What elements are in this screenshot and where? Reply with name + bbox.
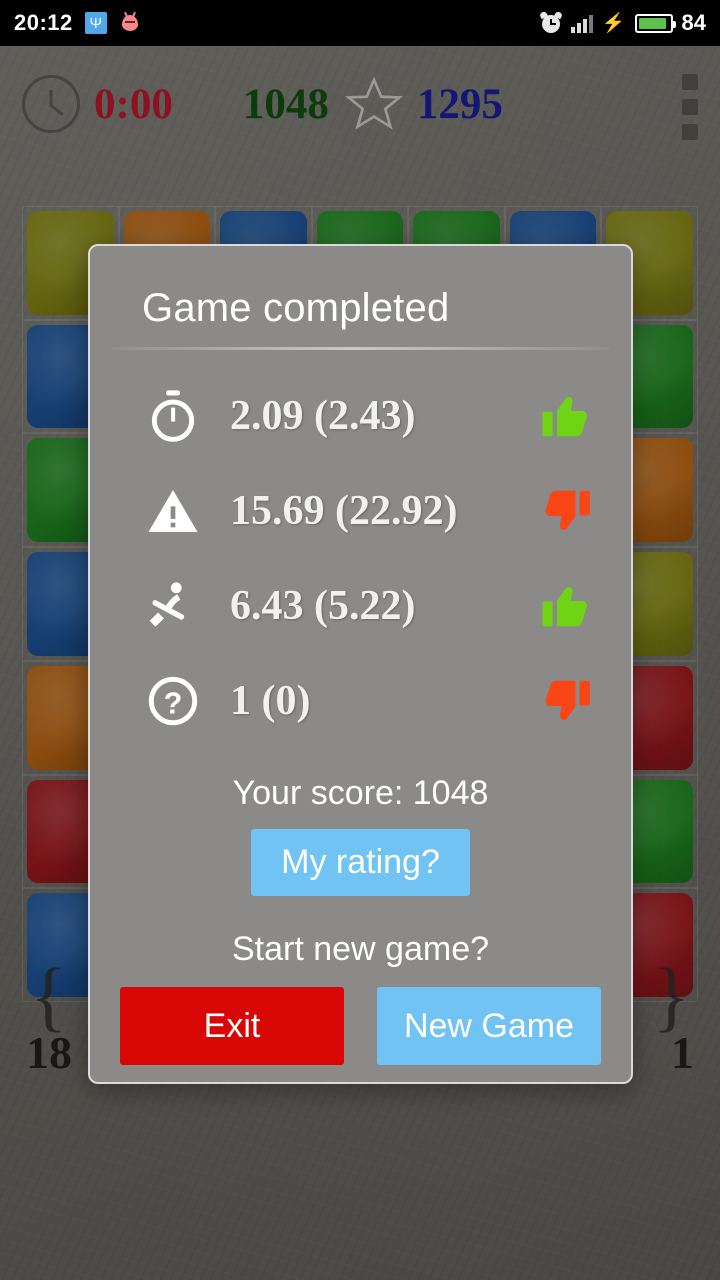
- app-screen: 20:12 Ψ ⚡ 84 0:00 1048 1295 {} 18 1 Gam…: [0, 0, 720, 1280]
- stats-list: 2.09 (2.43) 15.69 (22.92) 6.43 (5.22)? 1 (0…: [90, 350, 631, 748]
- stat-value: 15.69 (22.92): [230, 487, 458, 534]
- dialog-button-row: Exit New Game: [90, 987, 631, 1065]
- warning-icon: [142, 483, 204, 539]
- battery-percent: 84: [681, 10, 706, 35]
- stat-row: 2.09 (2.43): [90, 368, 631, 463]
- stat-row: 15.69 (22.92): [90, 463, 631, 558]
- thumbs-up-icon: [535, 389, 597, 443]
- status-time: 20:12: [14, 10, 73, 35]
- thumbs-up-icon: [535, 579, 597, 633]
- rower-icon: [142, 578, 204, 634]
- status-bar-right: ⚡ 84: [538, 10, 706, 36]
- new-game-button[interactable]: New Game: [377, 987, 601, 1065]
- exit-button[interactable]: Exit: [120, 987, 344, 1065]
- status-bar: 20:12 Ψ ⚡ 84: [0, 0, 720, 46]
- stopwatch-icon: [142, 388, 204, 444]
- stat-value: 1 (0): [230, 677, 311, 724]
- stat-value: 2.09 (2.43): [230, 392, 416, 439]
- charging-bolt-icon: ⚡: [601, 12, 626, 34]
- stat-row: 6.43 (5.22): [90, 558, 631, 653]
- game-completed-dialog: Game completed 2.09 (2.43) 15.69 (22.92) 6…: [88, 244, 633, 1084]
- alarm-icon: [538, 10, 563, 34]
- question-icon: ?: [142, 673, 204, 729]
- signal-icon: [570, 13, 593, 33]
- stat-row: ? 1 (0): [90, 653, 631, 748]
- battery-icon: [634, 13, 676, 33]
- dialog-title: Game completed: [142, 286, 450, 330]
- thumbs-down-icon: [535, 484, 597, 538]
- rating-row: My rating?: [90, 829, 631, 896]
- stat-value: 6.43 (5.22): [230, 582, 416, 629]
- usb-icon: Ψ: [84, 12, 107, 34]
- status-bar-left: 20:12 Ψ: [14, 10, 141, 36]
- bug-icon: [119, 11, 141, 34]
- thumbs-down-icon: [535, 674, 597, 728]
- my-rating-button[interactable]: My rating?: [251, 829, 470, 896]
- svg-text:?: ?: [164, 687, 183, 720]
- your-score-label: Your score: 1048: [232, 774, 489, 812]
- new-game-prompt: Start new game?: [231, 930, 490, 968]
